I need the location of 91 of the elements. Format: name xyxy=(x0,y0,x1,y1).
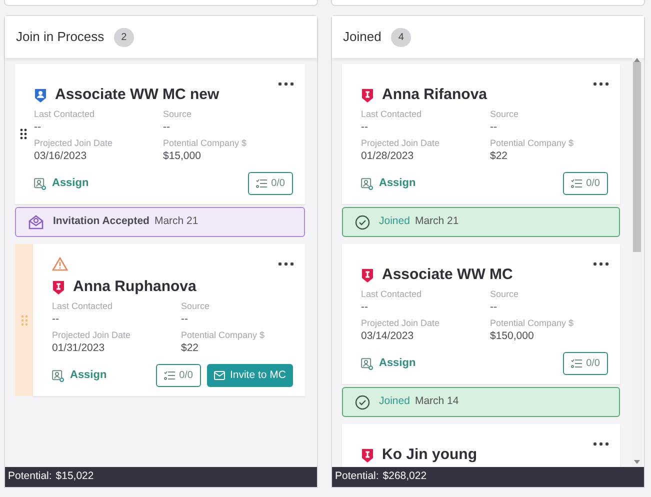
status-date: March 14 xyxy=(414,394,459,410)
tasks-button[interactable]: 0/0 xyxy=(563,352,608,375)
shield-icon xyxy=(361,268,374,282)
footer-label: Potential: xyxy=(8,469,52,484)
contact-name: Anna Rifanova xyxy=(382,84,488,105)
field-value: 01/28/2023 xyxy=(361,149,415,163)
invite-button[interactable]: Invite to MC xyxy=(206,364,293,387)
scrollbar[interactable] xyxy=(632,58,642,467)
field-label: Potential Company $ xyxy=(490,137,575,149)
field-label: Source xyxy=(163,108,193,120)
person-shield-icon xyxy=(34,88,47,102)
status-label: Invitation Accepted xyxy=(53,214,150,230)
more-icon[interactable] xyxy=(278,82,294,86)
field-label: Projected Join Date xyxy=(34,137,114,149)
field-value: -- xyxy=(361,300,369,314)
shield-icon xyxy=(52,280,65,294)
field-value: -- xyxy=(490,120,498,134)
field-value: -- xyxy=(361,120,369,134)
footer-value: $268,022 xyxy=(382,469,427,484)
field-label: Projected Join Date xyxy=(361,137,441,149)
field-label: Potential Company $ xyxy=(163,137,248,149)
field-value: -- xyxy=(163,120,171,134)
contact-name: Associate WW MC xyxy=(382,264,513,285)
tasks-button[interactable]: 0/0 xyxy=(156,364,201,387)
checklist-icon xyxy=(256,179,268,188)
field-value: -- xyxy=(181,312,189,326)
field-label: Potential Company $ xyxy=(490,317,575,329)
count-badge: 4 xyxy=(391,28,411,46)
field-label: Source xyxy=(490,288,520,300)
shield-icon xyxy=(361,448,374,462)
contact-card[interactable]: Ko Jin young xyxy=(342,424,620,467)
field-value: $22 xyxy=(490,149,509,163)
assign-button[interactable]: Assign xyxy=(34,175,89,192)
field-value: -- xyxy=(490,300,498,314)
field-label: Last Contacted xyxy=(361,108,423,120)
field-label: Projected Join Date xyxy=(361,317,441,329)
field-label: Last Contacted xyxy=(361,288,423,300)
checklist-icon xyxy=(571,359,582,368)
field-label: Projected Join Date xyxy=(52,329,132,341)
count-badge: 2 xyxy=(114,28,134,46)
status-label: Joined xyxy=(379,214,410,230)
drag-handle-icon[interactable] xyxy=(20,314,28,326)
status-label: Joined xyxy=(379,394,410,410)
envelope-icon xyxy=(214,371,225,380)
field-value: $15,000 xyxy=(163,149,202,163)
field-value: $150,000 xyxy=(490,329,535,343)
status-date: March 21 xyxy=(154,214,198,230)
footer-value: $15,022 xyxy=(56,469,94,484)
scroll-down-icon[interactable] xyxy=(634,460,640,464)
field-label: Source xyxy=(490,108,520,120)
contact-card[interactable]: Anna Rifanova Last Contacted -- Source -- Projected Join Date 01/28/2023 Potential Company $ $22 Assign 0/0 xyxy=(342,64,620,204)
person-add-icon xyxy=(361,178,373,190)
field-label: Source xyxy=(181,300,211,312)
contact-card[interactable]: Anna Ruphanova Last Contacted -- Source -- Projected Join Date 01/31/2023 Potential Company $ $22 Assign 0/0 Invite to MC xyxy=(33,244,305,396)
field-value: $22 xyxy=(181,341,200,355)
contact-name: Anna Ruphanova xyxy=(73,276,196,297)
more-icon[interactable] xyxy=(278,262,294,266)
field-value: 01/31/2023 xyxy=(52,341,106,355)
tasks-button[interactable]: 0/0 xyxy=(563,172,608,195)
person-add-icon xyxy=(52,370,64,382)
assign-button[interactable]: Assign xyxy=(361,175,416,192)
footer-label: Potential: xyxy=(335,469,379,484)
assign-button[interactable]: Assign xyxy=(361,355,416,372)
status-date: March 21 xyxy=(414,214,459,230)
check-circle-icon xyxy=(355,394,370,410)
contact-card[interactable]: Associate WW MC new Last Contacted -- Source -- Projected Join Date 03/16/2023 Potential Company $ $15,000 Assign 0/0 xyxy=(15,64,305,204)
field-value: -- xyxy=(34,120,42,134)
field-value: -- xyxy=(52,312,60,326)
check-circle-icon xyxy=(355,214,370,230)
contact-name: Associate WW MC new xyxy=(55,84,220,105)
field-label: Last Contacted xyxy=(52,300,114,312)
more-icon[interactable] xyxy=(593,82,609,86)
more-icon[interactable] xyxy=(593,262,609,266)
checklist-icon xyxy=(164,371,176,380)
more-icon[interactable] xyxy=(593,442,609,446)
field-label: Potential Company $ xyxy=(181,329,266,341)
drag-handle-icon[interactable] xyxy=(20,128,27,140)
column-title: Join in Process xyxy=(16,28,104,46)
field-value: 03/14/2023 xyxy=(361,329,415,343)
person-add-icon xyxy=(361,358,373,370)
column-title: Joined xyxy=(343,28,382,46)
field-label: Last Contacted xyxy=(34,108,96,120)
checklist-icon xyxy=(571,179,582,188)
contact-name: Ko Jin young xyxy=(382,444,477,465)
contact-card[interactable]: Associate WW MC Last Contacted -- Source -- Projected Join Date 03/14/2023 Potential Company $ $150,000 Assign 0/0 xyxy=(342,244,620,384)
person-add-icon xyxy=(34,178,46,190)
tasks-button[interactable]: 0/0 xyxy=(248,172,293,195)
shield-icon xyxy=(361,88,374,102)
envelope-badge-icon xyxy=(28,214,44,230)
assign-button[interactable]: Assign xyxy=(52,367,107,384)
field-value: 03/16/2023 xyxy=(34,149,88,163)
